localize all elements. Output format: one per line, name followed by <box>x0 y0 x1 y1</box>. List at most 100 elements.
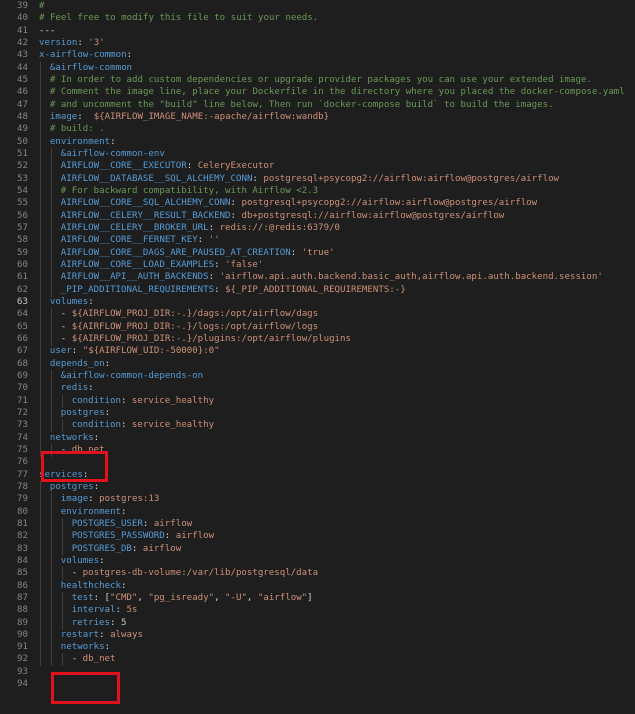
code-line[interactable]: 51 &airflow-common-env <box>0 147 635 161</box>
token-str: "airflow" <box>257 592 308 603</box>
token-str: ${AIRFLOW_IMAGE_NAME:-apache/airflow:wan… <box>93 111 330 122</box>
code-line[interactable]: 50 environment: <box>0 135 635 149</box>
code-line[interactable]: 52 AIRFLOW__CORE__EXECUTOR: CeleryExecuto… <box>0 160 635 174</box>
code-line[interactable]: 87 test: ["CMD", "pg_isready", "-U", "air… <box>0 591 635 605</box>
code-line[interactable]: 85 - postgres-db-volume:/var/lib/postgres… <box>0 567 635 581</box>
indent-guide <box>40 123 41 137</box>
code-text: image: ${AIRFLOW_IMAGE_NAME:-apache/airf… <box>50 111 329 124</box>
code-line[interactable]: 66 - ${AIRFLOW_PROJ_DIR:-.}/plugins:/opt/… <box>0 332 635 346</box>
token-key: environment <box>60 506 122 517</box>
indent-guide <box>40 419 41 433</box>
token-p: : <box>164 531 176 542</box>
code-line[interactable]: 83 POSTGRES_DB: airflow <box>0 542 635 556</box>
code-line[interactable]: 84 volumes: <box>0 554 635 568</box>
code-line[interactable]: 58 AIRFLOW__CORE__FERNET_KEY: '' <box>0 234 635 248</box>
code-line[interactable]: 60 AIRFLOW__CORE__LOAD_EXAMPLES: 'false' <box>0 258 635 272</box>
code-line[interactable]: 61 AIRFLOW__API__AUTH_BACKENDS: 'airflow.… <box>0 271 635 285</box>
code-line[interactable]: 55 AIRFLOW__CORE__SQL_ALCHEMY_CONN: postg… <box>0 197 635 211</box>
token-key: version <box>39 37 78 48</box>
code-line[interactable]: 67 user: "${AIRFLOW_UID:-50000}:0" <box>0 345 635 359</box>
code-line[interactable]: 42 version: '3' <box>0 37 635 50</box>
code-line[interactable]: 47 # and uncomment the "build" line below… <box>0 98 635 112</box>
code-text: depends_on: <box>50 358 110 371</box>
code-line[interactable]: 69 &airflow-common-depends-on <box>0 369 635 383</box>
code-line[interactable]: 79 image: postgres:13 <box>0 493 635 507</box>
code-line[interactable]: 49 # build: . <box>0 123 635 137</box>
code-line[interactable]: 82 POSTGRES_PASSWORD: airflow <box>0 530 635 544</box>
code-line[interactable]: 93 <box>0 666 635 679</box>
indent-guide <box>40 234 41 248</box>
token-str: "-U" <box>225 592 247 603</box>
token-key: _PIP_ADDITIONAL_REQUIREMENTS <box>60 284 215 295</box>
indent-guide <box>50 443 52 457</box>
token-key: x-airflow-common <box>39 50 127 61</box>
code-line[interactable]: 65 - ${AIRFLOW_PROJ_DIR:-.}/logs:/opt/air… <box>0 320 635 334</box>
indent-guide <box>50 160 52 174</box>
code-line[interactable]: 57 AIRFLOW__CELERY__BROKER_URL: redis://:… <box>0 221 635 235</box>
code-line[interactable]: 44 &airflow-common <box>0 61 635 75</box>
code-text: networks: <box>50 432 99 445</box>
token-key: networks <box>60 642 105 653</box>
token-str: postgres:13 <box>99 494 160 505</box>
code-line[interactable]: 76 <box>0 456 635 469</box>
code-line[interactable]: 48 image: ${AIRFLOW_IMAGE_NAME:-apache/ai… <box>0 110 635 124</box>
indent-guide <box>50 382 52 396</box>
line-number: 68 <box>17 358 28 369</box>
code-text: AIRFLOW__CELERY__BROKER_URL: redis://:@r… <box>61 222 340 235</box>
line-number: 76 <box>17 457 28 468</box>
code-line[interactable]: 90 restart: always <box>0 628 635 642</box>
indent-guide <box>40 382 41 396</box>
code-line[interactable]: 73 condition: service_healthy <box>0 419 635 433</box>
code-line[interactable]: 91 networks: <box>0 641 635 655</box>
code-line[interactable]: 59 AIRFLOW__CORE__DAGS_ARE_PAUSED_AT_CREA… <box>0 246 635 260</box>
code-line[interactable]: 80 environment: <box>0 505 635 519</box>
code-line[interactable]: 78 postgres: <box>0 480 635 494</box>
token-key: AIRFLOW__DATABASE__SQL_ALCHEMY_CONN <box>60 173 253 184</box>
code-text: - ${AIRFLOW_PROJ_DIR:-.}/logs:/opt/airfl… <box>61 321 318 334</box>
code-line[interactable]: 56 AIRFLOW__CELERY__RESULT_BACKEND: db+po… <box>0 209 635 223</box>
code-line[interactable]: 43 x-airflow-common: <box>0 49 635 62</box>
code-line[interactable]: 40 # Feel free to modify this file to sui… <box>0 12 635 25</box>
code-line[interactable]: 46 # Comment the image line, place your D… <box>0 86 635 100</box>
code-line[interactable]: 41 --- <box>0 25 635 38</box>
line-number: 90 <box>17 629 28 640</box>
line-number: 86 <box>17 580 28 591</box>
code-line[interactable]: 81 POSTGRES_USER: airflow <box>0 517 635 531</box>
line-number: 85 <box>17 568 28 579</box>
code-line[interactable]: 68 depends_on: <box>0 357 635 371</box>
token-str: airflow <box>153 518 193 529</box>
code-line[interactable]: 54 # For backward compatibility, with Air… <box>0 184 635 198</box>
code-line[interactable]: 72 postgres: <box>0 406 635 420</box>
token-key: POSTGRES_DB <box>71 543 132 554</box>
code-line[interactable]: 77 services: <box>0 469 635 482</box>
line-number: 80 <box>17 506 28 517</box>
code-line[interactable]: 89 retries: 5 <box>0 616 635 630</box>
code-line[interactable]: 88 interval: 5s <box>0 604 635 618</box>
code-line[interactable]: 64 - ${AIRFLOW_PROJ_DIR:-.}/dags:/opt/air… <box>0 308 635 322</box>
code-line[interactable]: 39 # <box>0 0 635 13</box>
line-number: 41 <box>17 25 28 36</box>
token-key: AIRFLOW__CORE__DAGS_ARE_PAUSED_AT_CREATI… <box>60 247 291 258</box>
indent-guide <box>40 209 41 223</box>
code-text: AIRFLOW__CORE__EXECUTOR: CeleryExecutor <box>61 160 275 173</box>
code-line[interactable]: 74 networks: <box>0 431 635 445</box>
indent-guide <box>50 283 52 297</box>
indent-guide <box>61 542 63 556</box>
indent-guide <box>40 221 41 235</box>
code-line[interactable]: 92 - db_net <box>0 653 635 667</box>
code-line[interactable]: 86 healthcheck: <box>0 579 635 593</box>
code-line[interactable]: 71 condition: service_healthy <box>0 394 635 408</box>
token-key: image <box>49 111 78 122</box>
code-line[interactable]: 63 volumes: <box>0 295 635 309</box>
code-line[interactable]: 70 redis: <box>0 382 635 396</box>
code-line[interactable]: 62 _PIP_ADDITIONAL_REQUIREMENTS: ${_PIP_A… <box>0 283 635 297</box>
indent-guide <box>40 604 41 618</box>
code-line[interactable]: 53 AIRFLOW__DATABASE__SQL_ALCHEMY_CONN: p… <box>0 172 635 186</box>
code-line[interactable]: 75 - db_net <box>0 443 635 457</box>
indent-guide <box>40 295 41 309</box>
code-line[interactable]: 45 # In order to add custom dependencies … <box>0 73 635 87</box>
token-p: - <box>71 568 83 579</box>
code-editor[interactable]: 39 #40 # Feel free to modify this file to … <box>0 0 635 714</box>
code-line[interactable]: 94 <box>0 678 635 691</box>
indent-guide <box>40 357 41 371</box>
